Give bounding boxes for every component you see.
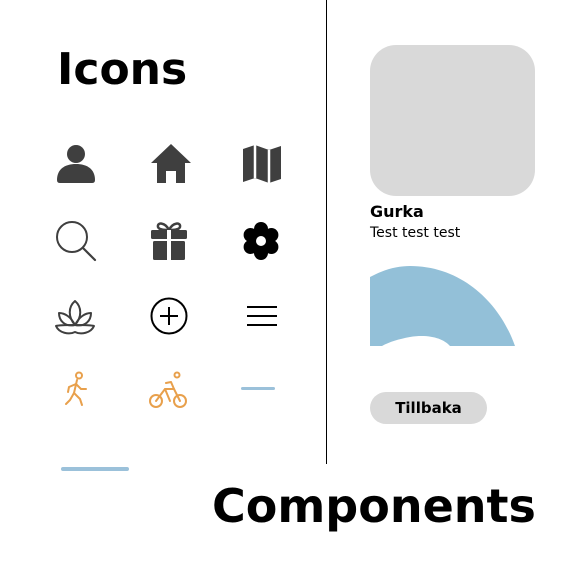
- card-image-placeholder: [370, 45, 535, 196]
- gift-icon[interactable]: [147, 219, 191, 263]
- card-text: Test test test: [370, 225, 461, 241]
- map-icon[interactable]: [240, 142, 284, 186]
- icons-title: Icons: [57, 44, 188, 95]
- person-icon[interactable]: [54, 142, 98, 186]
- progress-line: [61, 467, 129, 471]
- section-divider: [326, 0, 327, 464]
- dash-icon: [241, 387, 275, 390]
- components-title: Components: [212, 479, 536, 533]
- plus-circle-icon[interactable]: [147, 295, 191, 339]
- lotus-icon[interactable]: [53, 295, 97, 339]
- search-icon[interactable]: [54, 219, 98, 263]
- flower-icon[interactable]: [239, 219, 283, 263]
- bike-icon[interactable]: [146, 369, 190, 413]
- walking-icon[interactable]: [55, 369, 99, 413]
- card-title: Gurka: [370, 202, 424, 221]
- back-button[interactable]: Tillbaka: [370, 392, 487, 424]
- arc-shape: [370, 266, 520, 346]
- home-icon[interactable]: [149, 142, 193, 186]
- menu-icon[interactable]: [240, 295, 284, 339]
